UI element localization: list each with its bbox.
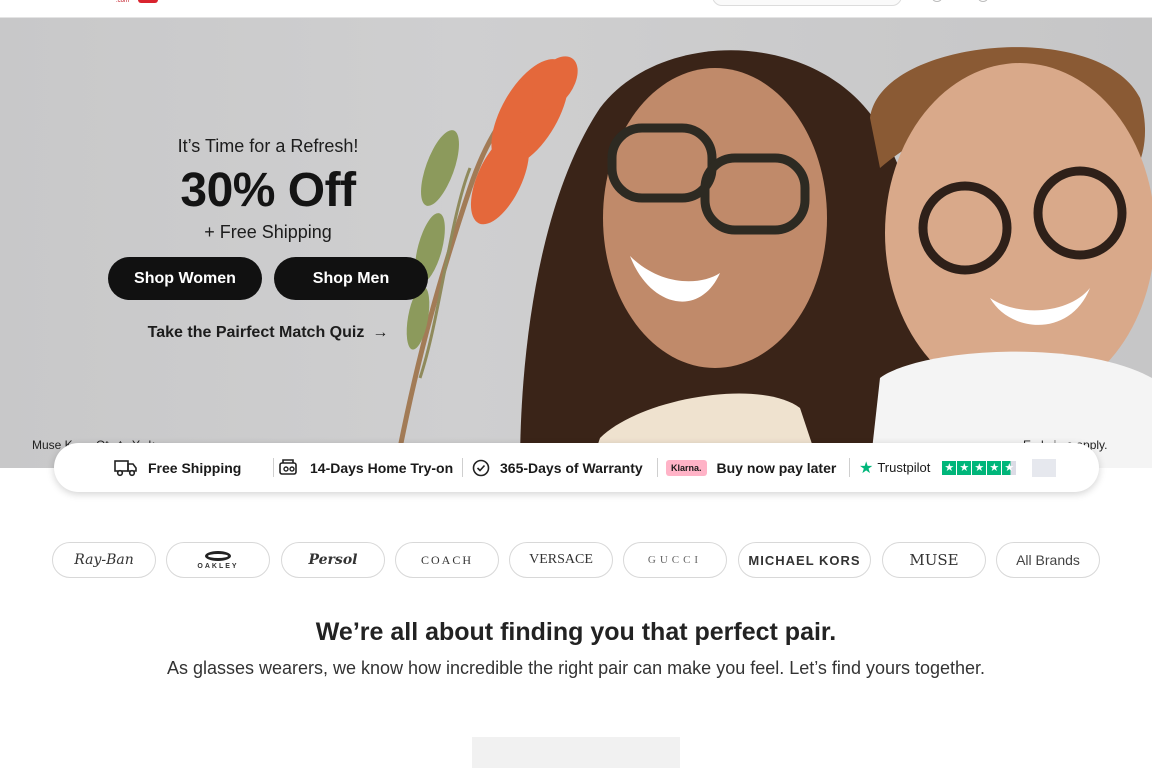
star-icon: ★	[987, 460, 1002, 475]
shop-men-button[interactable]: Shop Men	[274, 257, 428, 300]
versace-logo: VERSACE	[529, 552, 593, 567]
hero-title: 30% Off	[180, 164, 356, 217]
badge-check-icon	[472, 459, 490, 476]
klarna-logo: Klarna.	[666, 459, 707, 476]
michael-kors-logo: MICHAEL KORS	[748, 552, 861, 568]
brand-muse[interactable]: MUSE	[882, 542, 986, 578]
star-icon: ★	[957, 460, 972, 475]
hero-buttons: Shop Women Shop Men	[100, 257, 436, 300]
brand-list: Ray-Ban OAKLEY Persol COACH VERSACE GUCC…	[52, 542, 1100, 578]
features-bar: Free Shipping 14-Days Home Try-on 365-Da…	[54, 443, 1099, 492]
gucci-logo: GUCCI	[647, 554, 703, 566]
trustpilot-star-icon: ★	[859, 459, 874, 477]
divider	[657, 458, 658, 477]
oakley-logo: OAKLEY	[197, 550, 239, 570]
arrow-right-icon: →	[372, 324, 389, 341]
star-icon: ★	[942, 460, 957, 475]
home-tryon-icon	[279, 458, 297, 475]
shop-women-button[interactable]: Shop Women	[108, 257, 262, 300]
feature-home-tryon-label: 14-Days Home Try-on	[310, 459, 454, 476]
logo-fragment-text: .com	[116, 0, 130, 4]
site-header: .com	[0, 0, 1152, 18]
oakley-wordmark: OAKLEY	[197, 562, 239, 570]
trustpilot-rating[interactable]: ★ Trustpilot ★ ★ ★ ★ ★	[859, 443, 1057, 492]
rayban-logo: Ray-Ban	[74, 552, 134, 568]
oakley-ellipse-icon	[204, 550, 231, 561]
coach-logo: COACH	[420, 552, 473, 567]
account-icon[interactable]	[932, 0, 942, 2]
star-icon: ★	[972, 460, 987, 475]
logo-fragment-mark	[138, 0, 158, 3]
trustpilot-label: Trustpilot	[877, 460, 931, 475]
feature-klarna[interactable]: Klarna. Buy now pay later	[666, 443, 836, 492]
divider	[462, 458, 463, 477]
star-half-icon: ★	[1002, 460, 1017, 475]
feature-home-tryon[interactable]: 14-Days Home Try-on	[278, 443, 453, 492]
brand-persol[interactable]: Persol	[281, 542, 385, 578]
feature-warranty[interactable]: 365-Days of Warranty	[472, 443, 643, 492]
hero-kicker: It’s Time for a Refresh!	[177, 136, 359, 156]
intro-heading: We’re all about finding you that perfect…	[315, 618, 837, 646]
brand-versace[interactable]: VERSACE	[509, 542, 613, 578]
search-input[interactable]	[712, 0, 902, 6]
hero-copy: It’s Time for a Refresh! 30% Off + Free …	[100, 136, 436, 342]
cart-icon[interactable]	[978, 0, 988, 2]
trustpilot-widget-placeholder	[1032, 458, 1057, 477]
intro-text: As glasses wearers, we know how incredib…	[166, 658, 986, 678]
feature-klarna-label: Buy now pay later	[716, 459, 837, 476]
hero-banner: It’s Time for a Refresh! 30% Off + Free …	[0, 18, 1152, 468]
feature-free-shipping[interactable]: Free Shipping	[114, 443, 241, 492]
hero-subtitle: + Free Shipping	[204, 222, 332, 242]
divider	[273, 458, 274, 477]
truck-icon	[114, 459, 137, 476]
persol-logo: Persol	[308, 552, 358, 568]
quiz-link-label: Take the Pairfect Match Quiz	[147, 324, 365, 341]
site-logo[interactable]: .com	[112, 0, 158, 4]
muse-logo: MUSE	[909, 551, 959, 569]
feature-warranty-label: 365-Days of Warranty	[500, 459, 643, 476]
feature-free-shipping-label: Free Shipping	[148, 459, 242, 476]
brand-michael-kors[interactable]: MICHAEL KORS	[738, 542, 871, 578]
brand-oakley[interactable]: OAKLEY	[166, 542, 270, 578]
brand-rayban[interactable]: Ray-Ban	[52, 542, 156, 578]
divider	[849, 458, 850, 477]
all-brands-button[interactable]: All Brands	[996, 542, 1100, 578]
content-placeholder	[472, 737, 680, 768]
all-brands-label: All Brands	[1016, 552, 1080, 568]
trustpilot-stars: ★ ★ ★ ★ ★	[942, 460, 1017, 475]
quiz-link[interactable]: Take the Pairfect Match Quiz →	[100, 324, 436, 342]
brand-gucci[interactable]: GUCCI	[623, 542, 727, 578]
brand-coach[interactable]: COACH	[395, 542, 499, 578]
